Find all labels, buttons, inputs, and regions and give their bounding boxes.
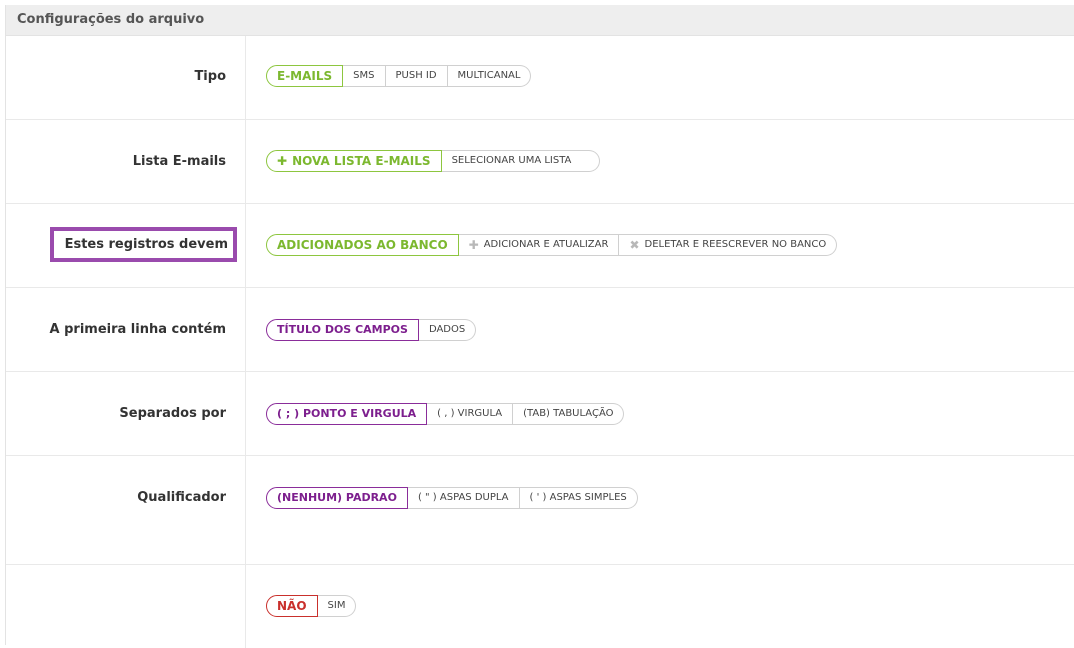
label-cell-registros: Estes registros devem — [6, 204, 246, 287]
control-cell-lista: ✚ NOVA LISTA E-MAILS SELECIONAR UMA LIST… — [246, 120, 601, 203]
registros-label: Estes registros devem — [49, 227, 237, 262]
tipo-option-sms[interactable]: SMS — [343, 65, 386, 87]
nova-lista-label: NOVA LISTA E-MAILS — [292, 154, 431, 168]
plus-icon: ✚ — [277, 154, 288, 168]
deletar-reescrever-label: DELETAR E REESCREVER NO BANCO — [644, 239, 827, 250]
tipo-option-multicanal[interactable]: MULTICANAL — [447, 65, 532, 87]
dados-button[interactable]: DADOS — [418, 319, 477, 341]
registros-toggle-group: ADICIONADOS AO BANCO ✚ ADICIONAR E ATUAL… — [266, 234, 838, 256]
row-qualificador: Qualificador (NENHUM) PADRAO ( " ) ASPAS… — [6, 456, 1074, 565]
selecionar-lista-button[interactable]: SELECIONAR UMA LISTA — [441, 150, 601, 172]
primeira-toggle-group: TÍTULO DOS CAMPOS DADOS — [266, 319, 477, 341]
tipo-toggle-group: E-MAILS SMS PUSH ID MULTICANAL — [266, 65, 532, 87]
label-cell-separados: Separados por — [6, 372, 246, 455]
titulo-campos-button[interactable]: TÍTULO DOS CAMPOS — [266, 319, 419, 341]
label-cell-nao-sim — [6, 565, 246, 648]
cross-icon: ✖ — [629, 238, 640, 252]
control-cell-nao-sim: NÃO SIM — [246, 565, 357, 648]
aspas-dupla-button[interactable]: ( " ) ASPAS DUPLA — [407, 487, 520, 509]
file-settings-panel: Configurações do arquivo Tipo E-MAILS SM… — [5, 5, 1074, 648]
lista-label: Lista E-mails — [132, 154, 226, 169]
nao-sim-toggle-group: NÃO SIM — [266, 595, 357, 617]
qualificador-toggle-group: (NENHUM) PADRAO ( " ) ASPAS DUPLA ( ' ) … — [266, 487, 638, 509]
lista-toggle-group: ✚ NOVA LISTA E-MAILS SELECIONAR UMA LIST… — [266, 150, 601, 172]
label-cell-primeira: A primeira linha contém — [6, 288, 246, 371]
aspas-simples-button[interactable]: ( ' ) ASPAS SIMPLES — [519, 487, 638, 509]
row-tipo: Tipo E-MAILS SMS PUSH ID MULTICANAL — [6, 36, 1074, 120]
tipo-label: Tipo — [194, 69, 226, 84]
row-lista-emails: Lista E-mails ✚ NOVA LISTA E-MAILS SELEC… — [6, 120, 1074, 204]
row-registros: Estes registros devem ADICIONADOS AO BAN… — [6, 204, 1074, 288]
adicionados-banco-button[interactable]: ADICIONADOS AO BANCO — [266, 234, 459, 256]
virgula-button[interactable]: ( , ) VIRGULA — [427, 403, 514, 425]
nenhum-padrao-button[interactable]: (NENHUM) PADRAO — [266, 487, 408, 509]
row-nao-sim: NÃO SIM — [6, 565, 1074, 648]
control-cell-separados: ( ; ) PONTO E VIRGULA ( , ) VIRGULA (TAB… — [246, 372, 625, 455]
tabulacao-button[interactable]: (TAB) TABULAÇÃO — [513, 403, 625, 425]
row-separados: Separados por ( ; ) PONTO E VIRGULA ( , … — [6, 372, 1074, 456]
separados-label: Separados por — [119, 406, 226, 421]
tipo-option-emails[interactable]: E-MAILS — [266, 65, 344, 87]
label-cell-tipo: Tipo — [6, 36, 246, 119]
label-cell-lista: Lista E-mails — [6, 120, 246, 203]
ponto-virgula-button[interactable]: ( ; ) PONTO E VIRGULA — [266, 403, 428, 425]
control-cell-tipo: E-MAILS SMS PUSH ID MULTICANAL — [246, 36, 532, 119]
control-cell-qualificador: (NENHUM) PADRAO ( " ) ASPAS DUPLA ( ' ) … — [246, 456, 638, 564]
label-cell-qualificador: Qualificador — [6, 456, 246, 564]
deletar-reescrever-button[interactable]: ✖ DELETAR E REESCREVER NO BANCO — [619, 234, 838, 256]
control-cell-registros: ADICIONADOS AO BANCO ✚ ADICIONAR E ATUAL… — [246, 204, 838, 287]
sim-button[interactable]: SIM — [317, 595, 357, 617]
separados-toggle-group: ( ; ) PONTO E VIRGULA ( , ) VIRGULA (TAB… — [266, 403, 625, 425]
control-cell-primeira: TÍTULO DOS CAMPOS DADOS — [246, 288, 477, 371]
nova-lista-button[interactable]: ✚ NOVA LISTA E-MAILS — [266, 150, 442, 172]
primeira-label: A primeira linha contém — [49, 322, 226, 337]
adicionar-atualizar-label: ADICIONAR E ATUALIZAR — [483, 239, 609, 250]
row-primeira-linha: A primeira linha contém TÍTULO DOS CAMPO… — [6, 288, 1074, 372]
nao-button[interactable]: NÃO — [266, 595, 318, 617]
qualificador-label: Qualificador — [137, 490, 226, 505]
tipo-option-push-id[interactable]: PUSH ID — [385, 65, 448, 87]
adicionar-atualizar-button[interactable]: ✚ ADICIONAR E ATUALIZAR — [458, 234, 620, 256]
plus-icon: ✚ — [468, 238, 479, 252]
panel-title: Configurações do arquivo — [6, 5, 1074, 36]
